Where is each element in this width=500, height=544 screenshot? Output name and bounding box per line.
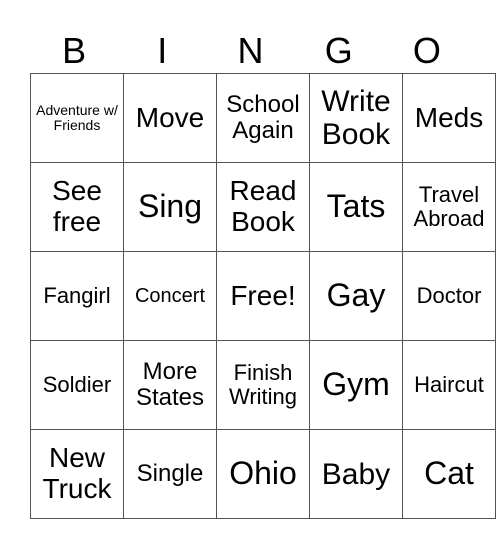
card-cell[interactable]: Adventure w/ Friends	[30, 73, 124, 163]
card-cell[interactable]: Baby	[309, 429, 403, 519]
card-row: See free Sing Read Book Tats Travel Abro…	[30, 162, 496, 252]
card-cell[interactable]: Doctor	[402, 251, 496, 341]
card-cell[interactable]: Finish Writing	[216, 340, 310, 430]
card-cell[interactable]: Tats	[309, 162, 403, 252]
header-letter-n: N	[237, 30, 264, 71]
card-cell[interactable]: New Truck	[30, 429, 124, 519]
bingo-card: Adventure w/ Friends Move School Again W…	[30, 73, 496, 519]
header-letter-g: G	[324, 30, 353, 71]
card-cell[interactable]: See free	[30, 162, 124, 252]
card-cell[interactable]: Soldier	[30, 340, 124, 430]
card-row: Adventure w/ Friends Move School Again W…	[30, 73, 496, 163]
card-cell[interactable]: School Again	[216, 73, 310, 163]
header-letter-i: I	[157, 30, 168, 71]
card-cell[interactable]: Cat	[402, 429, 496, 519]
header-letter-o: O	[412, 30, 441, 71]
card-cell[interactable]: Gay	[309, 251, 403, 341]
card-cell[interactable]: More States	[123, 340, 217, 430]
card-cell[interactable]: Haircut	[402, 340, 496, 430]
card-cell[interactable]: Fangirl	[30, 251, 124, 341]
card-cell[interactable]: Single	[123, 429, 217, 519]
bingo-header: B I N G O	[30, 30, 471, 72]
card-cell[interactable]: Move	[123, 73, 217, 163]
card-row: Soldier More States Finish Writing Gym H…	[30, 340, 496, 430]
card-cell[interactable]: Gym	[309, 340, 403, 430]
card-cell[interactable]: Write Book	[309, 73, 403, 163]
card-cell[interactable]: Meds	[402, 73, 496, 163]
card-cell[interactable]: Sing	[123, 162, 217, 252]
card-cell[interactable]: Read Book	[216, 162, 310, 252]
card-row: Fangirl Concert Free! Gay Doctor	[30, 251, 496, 341]
card-cell[interactable]: Ohio	[216, 429, 310, 519]
card-cell[interactable]: Travel Abroad	[402, 162, 496, 252]
card-row: New Truck Single Ohio Baby Cat	[30, 429, 496, 519]
card-cell[interactable]: Free!	[216, 251, 310, 341]
card-cell[interactable]: Concert	[123, 251, 217, 341]
header-letter-b: B	[62, 30, 87, 71]
